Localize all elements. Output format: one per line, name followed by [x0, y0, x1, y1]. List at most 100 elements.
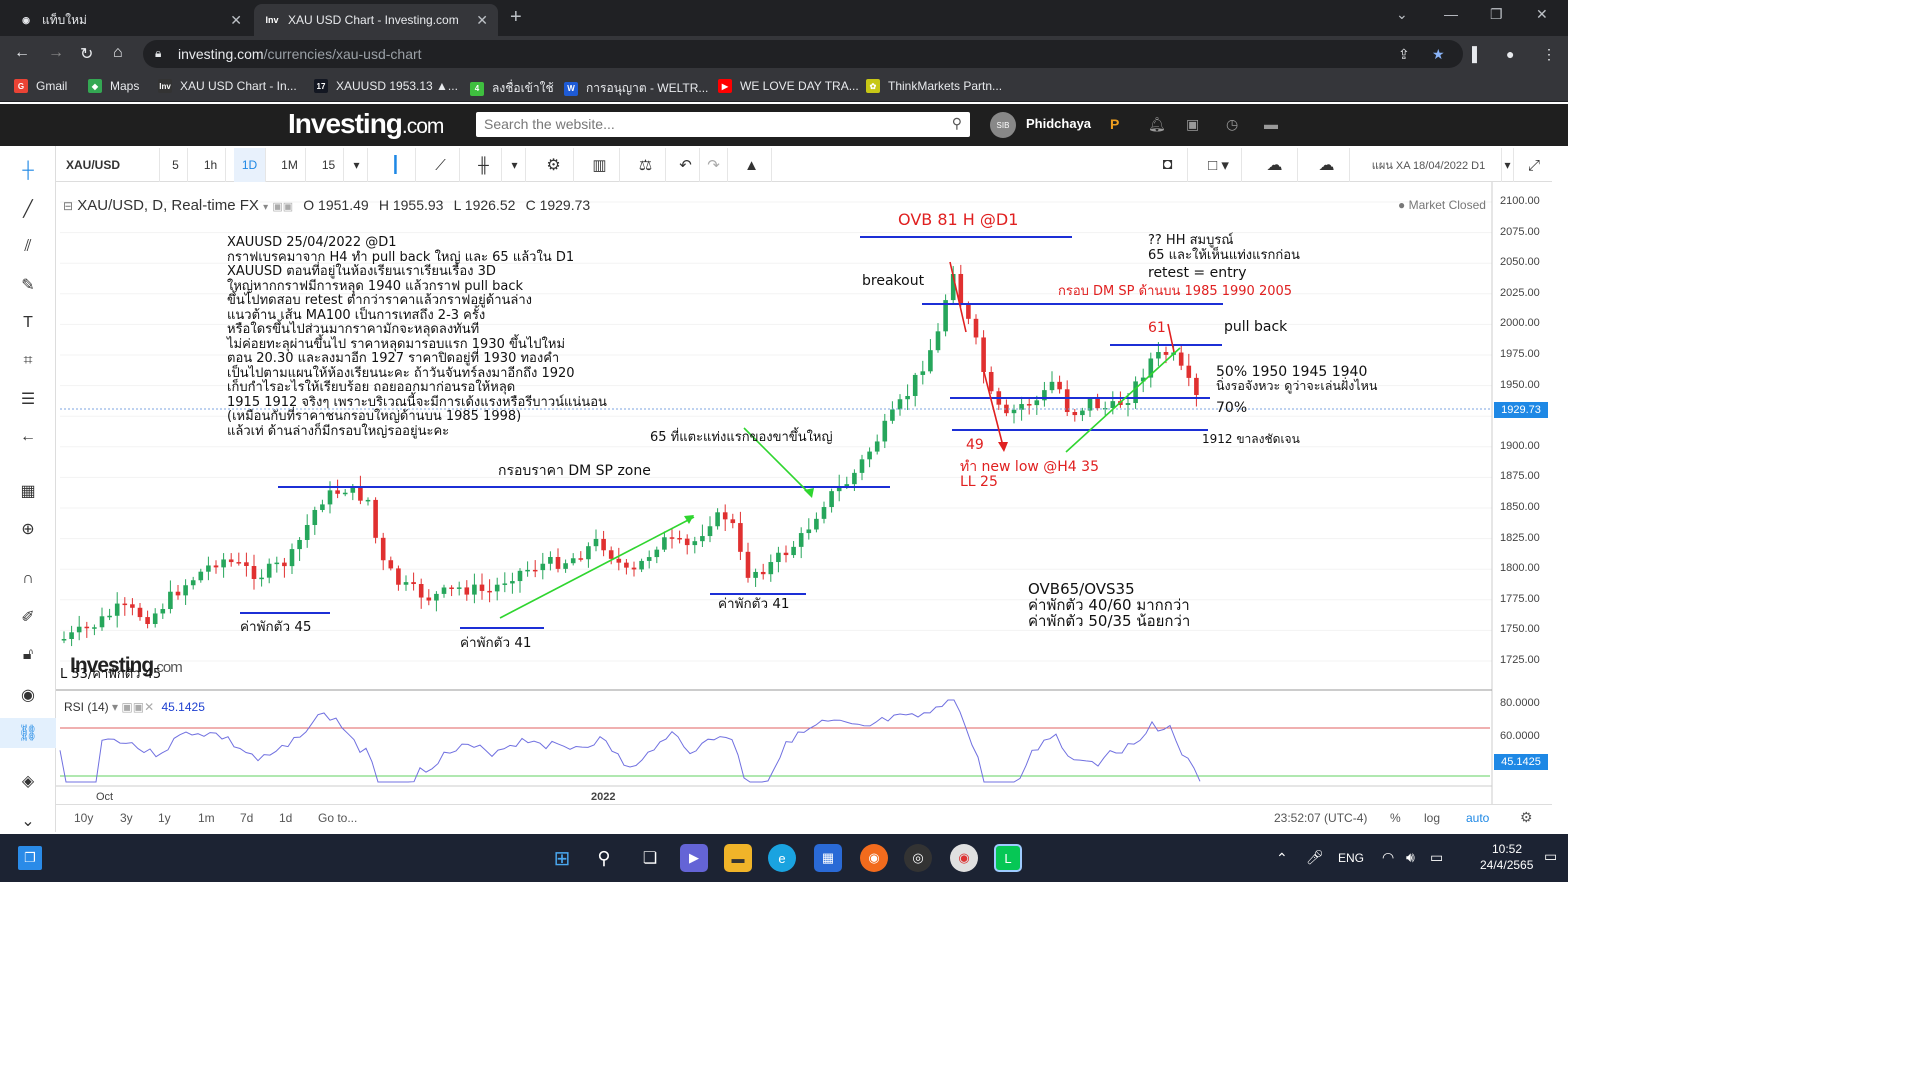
candle [456, 587, 462, 589]
breakout-label: breakout [862, 273, 925, 289]
edge-icon[interactable]: e [768, 844, 796, 872]
candle [928, 350, 933, 372]
legend-toggle-icon[interactable]: ⊟ [63, 199, 73, 213]
wifi-icon[interactable]: ◠ [1382, 849, 1394, 866]
candle [669, 537, 675, 539]
candle [266, 563, 272, 578]
explorer-icon[interactable]: ▬ [724, 844, 752, 872]
price-tick: 2075.00 [1500, 225, 1540, 238]
candle [563, 563, 568, 569]
goto-button[interactable]: Go to... [318, 811, 357, 825]
candle [593, 538, 599, 547]
candle [84, 626, 90, 629]
clock-date[interactable]: 24/4/2565 [1480, 858, 1533, 872]
battery-icon[interactable]: ▭ [1430, 849, 1443, 866]
store-icon[interactable]: ▦ [814, 844, 842, 872]
candle [434, 593, 439, 601]
red-arrow-2 [983, 371, 1005, 451]
candle [206, 565, 211, 572]
candle [874, 441, 880, 452]
range-1y[interactable]: 1y [158, 811, 171, 825]
range-1d[interactable]: 1d [279, 811, 292, 825]
chevron-down-icon[interactable]: ▾ [112, 700, 118, 714]
label-61: 61 [1148, 320, 1166, 336]
candle [981, 337, 986, 372]
mic-icon[interactable]: 🎤︎ [1306, 849, 1324, 866]
candle [441, 587, 447, 594]
hh-note: ?? HH สมบูรณ์ 65 และให้เห็นแท่งแรกก่อน [1148, 233, 1300, 263]
language-indicator[interactable]: ENG [1338, 851, 1364, 865]
candle [114, 603, 120, 616]
candle [122, 603, 128, 606]
firefox-icon[interactable]: ◉ [860, 844, 888, 872]
line-icon[interactable]: L [994, 844, 1022, 872]
candle [935, 331, 941, 351]
task-view-icon[interactable]: ❐ [18, 846, 42, 870]
candle [730, 519, 736, 524]
rsi-settings-icon[interactable]: ▣▣✕ [121, 700, 154, 714]
candle [1194, 377, 1199, 395]
candle [867, 451, 872, 460]
candle [1057, 381, 1062, 390]
clock-time[interactable]: 10:52 [1492, 842, 1522, 856]
obs-icon[interactable]: ◎ [904, 844, 932, 872]
gear-icon[interactable]: ⚙ [1520, 809, 1533, 826]
chevron-down-icon[interactable]: ▾ [263, 202, 268, 213]
percent-toggle[interactable]: % [1390, 811, 1401, 825]
candle [396, 568, 401, 585]
candle [890, 409, 895, 421]
notification-icon[interactable]: ▭ [1544, 848, 1557, 865]
candle [168, 591, 173, 610]
search-icon[interactable]: ⚲ [590, 844, 618, 872]
candle [912, 374, 918, 396]
support-1912-label: 1912 ขาลงชัดเจน [1202, 432, 1300, 446]
candle [510, 581, 515, 584]
candle [1072, 412, 1078, 416]
candle [1163, 352, 1169, 355]
candle [814, 518, 819, 530]
legend-title[interactable]: XAU/USD, D, Real-time FX [77, 197, 259, 214]
tray-chevron-icon[interactable]: ⌃ [1276, 850, 1288, 867]
candle [768, 562, 774, 575]
candle [859, 459, 865, 473]
pull41a-label: ค่าพักตัว 41 [460, 635, 532, 651]
candle [548, 556, 553, 564]
candle [403, 582, 409, 585]
candle [152, 613, 158, 624]
candle [160, 609, 166, 614]
rsi-tick: 80.0000 [1500, 697, 1540, 709]
candle [502, 583, 508, 585]
chart-legend: ⊟ XAU/USD, D, Real-time FX ▾ ▣▣ O 1951.4… [63, 197, 590, 214]
candle [472, 584, 477, 595]
range-3y[interactable]: 3y [120, 811, 133, 825]
last-price-badge: 1929.73 [1494, 402, 1548, 418]
candle [601, 538, 606, 551]
market-status: ● Market Closed [1398, 198, 1486, 212]
range-bar: 10y 3y 1y 1m 7d 1d Go to... 23:52:07 (UT… [56, 804, 1552, 830]
volume-icon[interactable]: 🔊︎ [1406, 849, 1415, 866]
range-7d[interactable]: 7d [240, 811, 253, 825]
candle [570, 558, 576, 564]
range-10y[interactable]: 10y [74, 811, 93, 825]
chrome-icon[interactable]: ◉ [950, 844, 978, 872]
rsi-label[interactable]: RSI (14) [64, 700, 109, 714]
legend-settings-icon[interactable]: ▣▣ [272, 201, 293, 213]
teams-icon[interactable]: ▶ [680, 844, 708, 872]
price-tick: 1800.00 [1500, 562, 1540, 575]
range-1m[interactable]: 1m [198, 811, 215, 825]
auto-toggle[interactable]: auto [1466, 811, 1489, 825]
task-view-icon[interactable]: ❏ [636, 844, 664, 872]
uptrend-line-2 [1065, 347, 1181, 453]
rsi-value: 45.1425 [161, 700, 205, 714]
candle [274, 562, 280, 565]
candle [259, 577, 264, 580]
start-icon[interactable]: ⊞ [548, 844, 576, 872]
new-low-label: ทำ new low @H4 35 LL 25 [960, 459, 1099, 490]
candle [312, 509, 318, 525]
label-49: 49 [966, 437, 984, 453]
log-toggle[interactable]: log [1424, 811, 1440, 825]
candle [320, 504, 325, 510]
candle [76, 626, 82, 633]
candle [525, 569, 530, 572]
candle [175, 591, 181, 596]
